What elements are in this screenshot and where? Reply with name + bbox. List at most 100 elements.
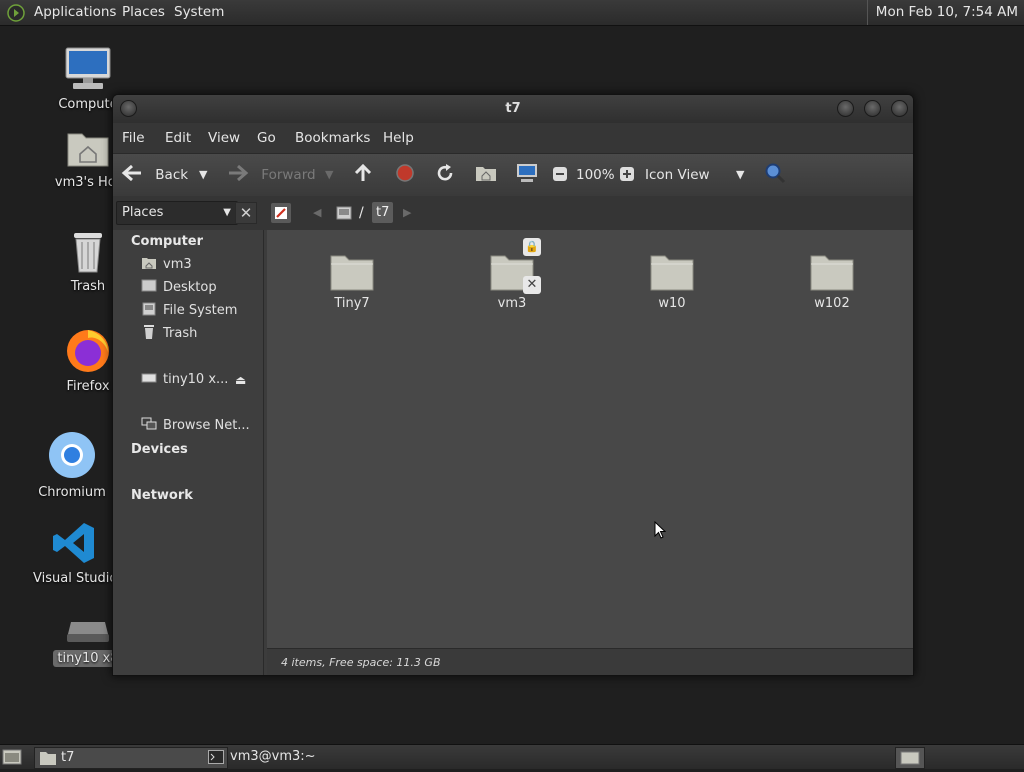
top-panel: Applications Places System Mon Feb 10, 7…: [0, 0, 1024, 26]
home-button[interactable]: [475, 154, 497, 196]
zoom-in-icon: [620, 167, 634, 181]
forward-history-dropdown-icon[interactable]: ▼: [325, 154, 333, 196]
stop-icon: [396, 164, 414, 182]
computer-icon: [65, 47, 111, 89]
desktop-icon-chromium[interactable]: Chromium: [27, 430, 117, 501]
up-button[interactable]: [353, 154, 373, 196]
path-current-button[interactable]: t7: [372, 202, 394, 223]
sidebar-item-label: File System: [163, 303, 238, 318]
computer-button[interactable]: [516, 154, 538, 196]
desktop-icon-label: Trash: [70, 279, 106, 294]
sidebar-item-label: Desktop: [163, 280, 217, 295]
menu-go[interactable]: Go: [257, 123, 276, 153]
path-root-button[interactable]: [334, 203, 354, 223]
close-sidebar-icon[interactable]: ✕: [235, 202, 257, 224]
sidebar-item-label: Browse Net...: [163, 418, 250, 433]
view-mode-value: Icon View: [645, 167, 710, 183]
desktop-icon-label: Firefox: [66, 379, 110, 394]
maximize-button[interactable]: [864, 100, 881, 117]
folder-label: w10: [658, 296, 686, 311]
zoom-out-icon: [553, 167, 567, 181]
menu-file[interactable]: File: [122, 123, 145, 153]
folder-item[interactable]: w102: [772, 252, 892, 311]
minimize-button[interactable]: [837, 100, 854, 117]
drive-icon: [336, 206, 352, 220]
sidebar-header-devices: Devices: [131, 442, 188, 457]
zoom-level: 100%: [576, 167, 615, 183]
desktop-icon-vscode[interactable]: Visual Studio Co: [29, 520, 139, 587]
folder-item[interactable]: w10: [612, 252, 732, 311]
places-sidebar: Computer vm3 Desktop File System Trash D…: [113, 230, 264, 675]
folder-item[interactable]: Tiny7: [292, 252, 412, 311]
stop-button[interactable]: [395, 154, 415, 196]
path-scroll-left-icon[interactable]: ◀: [313, 203, 321, 223]
folder-icon-view[interactable]: Tiny7 🔒 ✕ vm3 w10 w102: [267, 230, 913, 648]
home-folder-icon: [476, 167, 496, 181]
sidebar-item-label: Trash: [163, 326, 198, 341]
path-scroll-right-icon[interactable]: ▶: [403, 203, 411, 223]
desktop-icon-label: Chromium: [38, 485, 106, 500]
system-logo-icon[interactable]: [7, 4, 25, 22]
taskbar-item-label: t7: [61, 750, 75, 765]
desktop-icon: [141, 279, 157, 292]
zoom-in-button[interactable]: [619, 154, 635, 196]
sidebar-type-select[interactable]: Places ▼: [116, 201, 238, 225]
sidebar-item-browse-network[interactable]: Browse Net...: [141, 416, 250, 436]
drive-icon: [67, 622, 109, 642]
edit-icon: [275, 207, 287, 219]
sidebar-item-file-system[interactable]: File System: [141, 301, 237, 321]
view-mode-select[interactable]: Icon View ▼: [645, 154, 751, 196]
chevron-down-icon: ▼: [736, 168, 745, 181]
menu-help[interactable]: Help: [383, 123, 414, 153]
path-separator: /: [359, 205, 364, 221]
reload-icon: [437, 164, 453, 181]
forward-button[interactable]: Forward: [227, 154, 323, 196]
folder-item[interactable]: 🔒 ✕ vm3: [452, 238, 572, 311]
reload-button[interactable]: [435, 154, 455, 196]
back-button[interactable]: Back: [121, 154, 207, 196]
sidebar-type-value: Places: [122, 205, 164, 220]
forward-label: Forward: [261, 167, 316, 183]
drive-icon: [141, 373, 157, 383]
search-button[interactable]: [764, 154, 786, 196]
bottom-panel: t7 vm3@vm3:~: [0, 744, 1024, 769]
menu-edit[interactable]: Edit: [165, 123, 191, 153]
show-desktop-icon: [2, 749, 22, 765]
search-icon: [765, 163, 786, 184]
taskbar-item-terminal[interactable]: vm3@vm3:~: [204, 747, 396, 767]
close-button[interactable]: [891, 100, 908, 117]
trash-icon: [144, 325, 154, 339]
drive-icon: [142, 302, 156, 316]
terminal-icon: [208, 750, 224, 764]
sidebar-item-trash[interactable]: Trash: [141, 324, 197, 344]
folder-icon: [40, 752, 56, 765]
menu-bookmarks[interactable]: Bookmarks: [295, 123, 370, 153]
folder-label: w102: [814, 296, 850, 311]
system-menu[interactable]: System: [174, 0, 224, 25]
sidebar-item-vm3[interactable]: vm3: [141, 255, 192, 275]
sidebar-item-desktop[interactable]: Desktop: [141, 278, 217, 298]
sidebar-item-tiny10-drive[interactable]: tiny10 x...: [141, 370, 228, 390]
back-history-dropdown-icon[interactable]: ▼: [199, 154, 207, 196]
applications-menu[interactable]: Applications: [34, 0, 116, 25]
places-menu[interactable]: Places: [122, 0, 165, 25]
eject-icon[interactable]: ⏏: [235, 370, 246, 390]
clock[interactable]: Mon Feb 10, 7:54 AM: [866, 0, 1018, 25]
menu-view[interactable]: View: [208, 123, 240, 153]
folder-icon: [650, 255, 694, 291]
workspace-switcher[interactable]: [895, 747, 925, 769]
show-desktop-button[interactable]: [2, 748, 22, 766]
taskbar-item-t7[interactable]: t7: [34, 747, 228, 769]
chromium-icon: [49, 432, 95, 478]
toggle-location-entry-button[interactable]: [271, 203, 291, 223]
lock-emblem-icon: 🔒: [523, 238, 541, 256]
forward-arrow-icon: [229, 164, 249, 182]
vscode-icon: [53, 523, 94, 563]
title-bar[interactable]: t7: [113, 95, 913, 123]
firefox-icon: [67, 330, 109, 372]
mouse-cursor-icon: [654, 521, 666, 539]
sidebar-header-computer: Computer: [131, 234, 204, 249]
status-text: 4 items, Free space: 11.3 GB: [281, 656, 441, 669]
menu-bar: File Edit View Go Bookmarks Help: [113, 123, 913, 153]
zoom-out-button[interactable]: [552, 154, 568, 196]
